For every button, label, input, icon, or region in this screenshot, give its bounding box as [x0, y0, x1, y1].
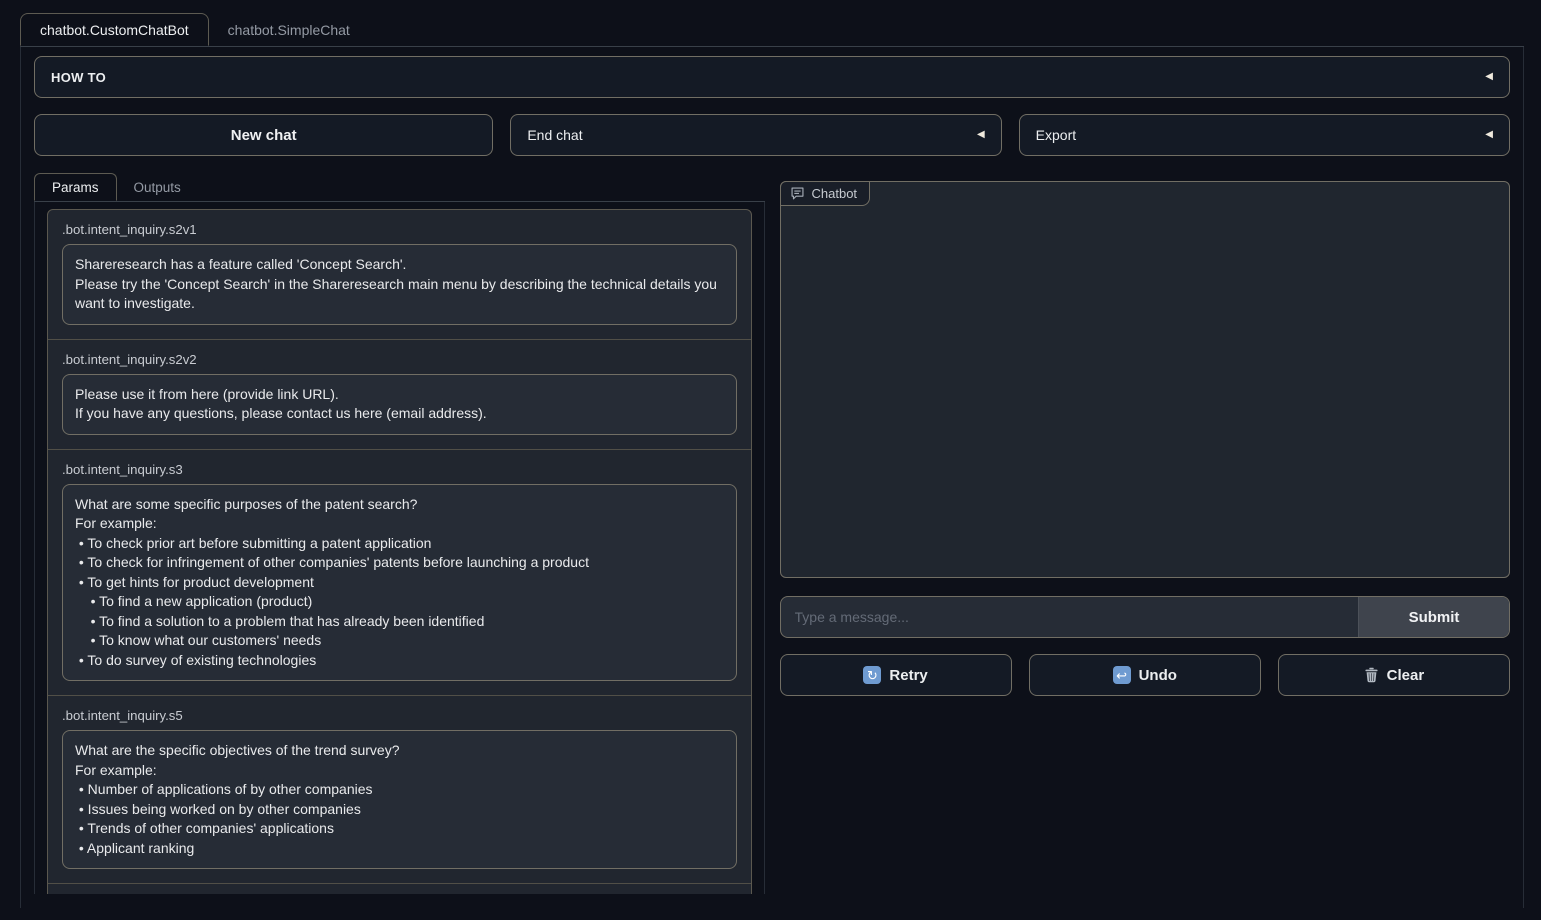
window-tab-bar: chatbot.CustomChatBot chatbot.SimpleChat	[20, 13, 1524, 47]
chat-column: Chatbot Submit ↻ Retry ↩ Undo	[780, 173, 1511, 696]
tab-simple-chat[interactable]: chatbot.SimpleChat	[209, 13, 369, 46]
chevron-left-icon: ◀	[977, 130, 985, 140]
howto-accordion[interactable]: HOW TO ◀	[34, 56, 1510, 98]
undo-label: Undo	[1139, 667, 1177, 684]
field-textarea[interactable]: What are some specific purposes of the p…	[62, 484, 737, 682]
submit-button[interactable]: Submit	[1358, 597, 1509, 637]
toolbar-row: New chat End chat ◀ Export ◀	[34, 114, 1510, 156]
field-label: .bot.intent_inquiry.s5	[48, 696, 751, 730]
howto-label: HOW TO	[51, 70, 106, 85]
field-s2v1: .bot.intent_inquiry.s2v1 Shareresearch h…	[48, 210, 751, 325]
retry-label: Retry	[889, 667, 927, 684]
chevron-left-icon: ◀	[1485, 130, 1493, 140]
chatbot-label-text: Chatbot	[812, 186, 858, 201]
field-s9: .bot.intent_inquiry.s9	[48, 883, 751, 894]
new-chat-button[interactable]: New chat	[34, 114, 493, 156]
retry-icon: ↻	[863, 666, 881, 684]
field-s5: .bot.intent_inquiry.s5 What are the spec…	[48, 695, 751, 869]
field-textarea[interactable]: Shareresearch has a feature called 'Conc…	[62, 244, 737, 325]
undo-button[interactable]: ↩ Undo	[1029, 654, 1261, 696]
chatbot-panel-label: Chatbot	[780, 181, 871, 206]
tab-params[interactable]: Params	[34, 173, 117, 201]
trash-icon	[1364, 667, 1379, 683]
field-label: .bot.intent_inquiry.s3	[48, 450, 751, 484]
retry-button[interactable]: ↻ Retry	[780, 654, 1012, 696]
message-input-row: Submit	[780, 596, 1511, 638]
clear-button[interactable]: Clear	[1278, 654, 1510, 696]
message-input[interactable]	[781, 597, 1359, 637]
field-s3: .bot.intent_inquiry.s3 What are some spe…	[48, 449, 751, 682]
field-label: .bot.intent_inquiry.s2v2	[48, 340, 751, 374]
clear-label: Clear	[1387, 667, 1425, 684]
field-textarea[interactable]: What are the specific objectives of the …	[62, 730, 737, 869]
field-textarea[interactable]: Please use it from here (provide link UR…	[62, 374, 737, 435]
tab-outputs[interactable]: Outputs	[117, 173, 198, 201]
field-s2v2: .bot.intent_inquiry.s2v2 Please use it f…	[48, 339, 751, 435]
field-label: .bot.intent_inquiry.s9	[48, 884, 751, 894]
chatbot-panel: Chatbot	[780, 181, 1511, 578]
params-tab-content: .bot.intent_inquiry.s2v1 Shareresearch h…	[34, 202, 765, 894]
params-tab-bar: Params Outputs	[34, 173, 765, 202]
chat-actions-row: ↻ Retry ↩ Undo	[780, 654, 1511, 696]
tab-content-custom-chatbot: HOW TO ◀ New chat End chat ◀ Export ◀ Pa…	[20, 47, 1524, 908]
export-label: Export	[1036, 127, 1076, 143]
chevron-left-icon: ◀	[1485, 72, 1493, 82]
field-label: .bot.intent_inquiry.s2v1	[48, 210, 751, 244]
export-accordion[interactable]: Export ◀	[1019, 114, 1510, 156]
params-field-group: .bot.intent_inquiry.s2v1 Shareresearch h…	[47, 209, 752, 894]
chat-bubble-icon	[790, 186, 805, 201]
tab-custom-chatbot[interactable]: chatbot.CustomChatBot	[20, 13, 209, 46]
end-chat-accordion[interactable]: End chat ◀	[510, 114, 1001, 156]
undo-icon: ↩	[1113, 666, 1131, 684]
params-column: Params Outputs .bot.intent_inquiry.s2v1 …	[34, 173, 765, 894]
end-chat-label: End chat	[527, 127, 582, 143]
